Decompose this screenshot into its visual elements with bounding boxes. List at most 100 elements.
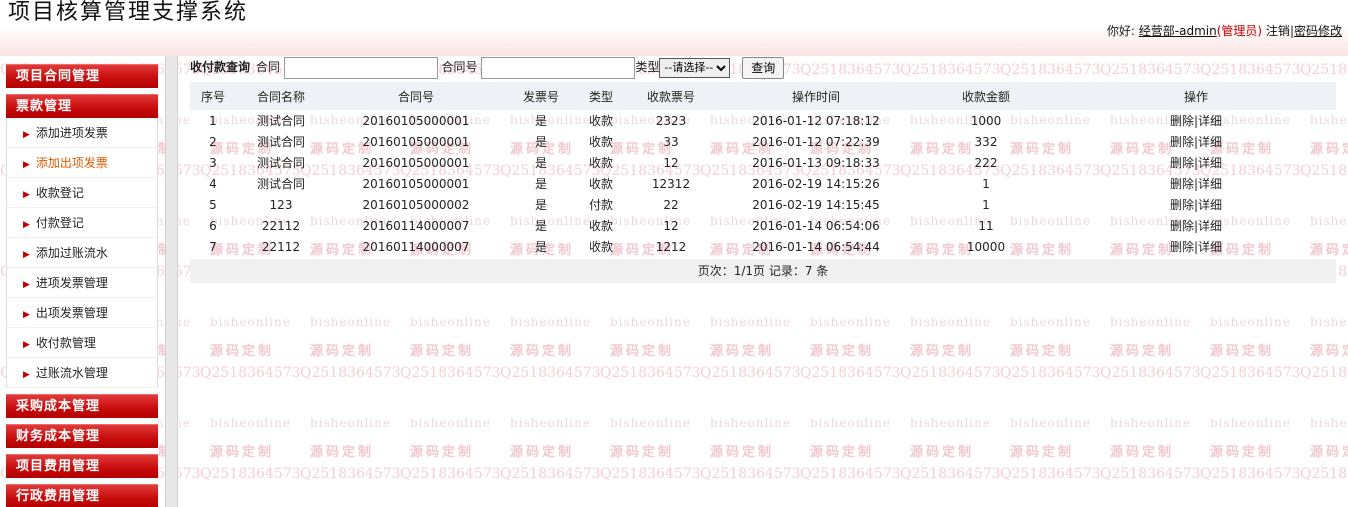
cell-op-time: 2016-02-19 14:15:26 <box>752 176 880 191</box>
cell-op-time: 2016-02-19 14:15:45 <box>752 197 880 212</box>
watermark-text: 源码定制 <box>1210 445 1275 460</box>
watermark-text: bisheonline <box>210 416 291 430</box>
sidebar-item-add-posting-flow[interactable]: ▶ 添加过账流水 <box>7 238 157 268</box>
sidebar-group-purchase-cost[interactable]: 采购成本管理 <box>6 394 158 418</box>
watermark-text: Q2518364573 <box>900 466 1001 482</box>
cell-index: 4 <box>209 176 217 191</box>
cell-actions[interactable]: 删除|详细 <box>1056 110 1336 131</box>
cell-amount: 1 <box>982 197 990 212</box>
watermark-text: Q2518364573 <box>700 466 801 482</box>
watermark-text: bisheonline <box>1210 315 1291 329</box>
cell-amount: 222 <box>974 155 998 170</box>
sidebar-group-contract[interactable]: 项目合同管理 <box>6 64 158 88</box>
cell-contract-no: 20160105000001 <box>362 113 470 128</box>
watermark-row: bisheonline bisheonline bisheonline bisheon… <box>10 315 1348 329</box>
watermark-text: 源码定制 <box>1310 344 1348 359</box>
sidebar-item-receipt-register[interactable]: ▶ 收款登记 <box>7 178 157 208</box>
watermark-text: 源码定制 <box>710 344 775 359</box>
contract-name-input[interactable] <box>283 56 438 79</box>
cell-actions[interactable]: 删除|详细 <box>1056 173 1336 194</box>
table-row: 7 22112 20160114000007 是 收款 1212 2016-01-14 06… <box>190 236 1336 257</box>
user-name-link[interactable]: 经营部-admin <box>1139 24 1217 38</box>
cell-contract-no: 20160105000002 <box>362 197 470 212</box>
cell-contract-no: 20160114000007 <box>362 239 470 254</box>
watermark-text: bisheonline <box>910 315 991 329</box>
cell-actions[interactable]: 删除|详细 <box>1056 131 1336 152</box>
cell-receipt-no: 12 <box>663 155 679 170</box>
cell-actions[interactable]: 删除|详细 <box>1056 152 1336 173</box>
watermark-text: Q2518364573 <box>500 365 601 381</box>
sidebar-item-input-invoice-manage[interactable]: ▶ 进项发票管理 <box>7 268 157 298</box>
contract-no-label: 合同号 <box>441 60 478 74</box>
watermark-text: bisheonline <box>510 315 591 329</box>
arrow-right-icon: ▶ <box>23 250 30 260</box>
watermark-text: Q2518364573 <box>1100 466 1201 482</box>
watermark-text: Q2518364573 <box>200 365 301 381</box>
receipt-payment-table: 序号 合同名称 合同号 发票号 类型 收款票号 操作时间 收款金额 操作 1 测试… <box>190 82 1336 257</box>
user-info: 你好: 经营部-admin(管理员) 注销|密码修改 <box>1107 22 1342 39</box>
sidebar-group-project-expense[interactable]: 项目费用管理 <box>6 454 158 478</box>
change-password-link[interactable]: 密码修改 <box>1294 24 1342 38</box>
cell-contract-no: 20160105000001 <box>362 134 470 149</box>
col-actions: 操作 <box>1183 89 1208 104</box>
watermark-row: 源码定制 源码定制 源码定制 源码定制 源码定制 源码定制 源码定制 源码定制 源码定制 源码定制… <box>10 441 1348 460</box>
cell-invoice-flag: 是 <box>534 219 547 233</box>
watermark-text: 源码定制 <box>310 344 375 359</box>
watermark-text: 源码定制 <box>410 445 475 460</box>
watermark-text: bisheonline <box>710 315 791 329</box>
watermark-text: bisheonline <box>1010 416 1091 430</box>
search-bar: 收付款查询 合同 合同号 类型 --请选择-- 查询 <box>190 54 1340 80</box>
table-row: 2 测试合同 20160105000001 是 收款 33 2016-01-12 07:22… <box>190 131 1336 152</box>
watermark-text: 源码定制 <box>1310 445 1348 460</box>
sidebar-item-add-input-invoice[interactable]: ▶ 添加进项发票 <box>7 118 157 148</box>
watermark-text: bisheonline <box>310 416 391 430</box>
cell-contract-name: 测试合同 <box>256 135 305 149</box>
cell-actions[interactable]: 删除|详细 <box>1056 236 1336 257</box>
watermark-row: Q2518364573Q2518364573Q2518364573Q251836… <box>0 466 1348 482</box>
watermark-row: Q2518364573Q2518364573Q2518364573Q251836… <box>0 365 1348 381</box>
cell-contract-no: 20160114000007 <box>362 218 470 233</box>
sidebar-item-add-output-invoice[interactable]: ▶ 添加出项发票 <box>7 148 157 178</box>
arrow-right-icon: ▶ <box>23 160 30 170</box>
watermark-text: bisheonline <box>210 315 291 329</box>
sidebar-group-invoice[interactable]: 票款管理 <box>6 94 158 118</box>
query-button[interactable]: 查询 <box>742 56 785 79</box>
cell-op-time: 2016-01-14 06:54:06 <box>752 218 880 233</box>
cell-contract-name: 22112 <box>261 239 301 254</box>
cell-actions[interactable]: 删除|详细 <box>1056 215 1336 236</box>
sidebar-item-payment-register[interactable]: ▶ 付款登记 <box>7 208 157 238</box>
watermark-text: 源码定制 <box>510 445 575 460</box>
watermark-text: bisheonline <box>810 315 891 329</box>
watermark-text: Q2518364573 <box>1300 466 1348 482</box>
table-row: 3 测试合同 20160105000001 是 收款 12 2016-01-13 09:18… <box>190 152 1336 173</box>
type-select[interactable]: --请选择-- <box>659 57 731 78</box>
sidebar-item-receipt-payment-manage[interactable]: ▶ 收付款管理 <box>7 328 157 358</box>
watermark-text: 源码定制 <box>410 344 475 359</box>
sidebar-item-output-invoice-manage[interactable]: ▶ 出项发票管理 <box>7 298 157 328</box>
watermark-text: bisheonline <box>610 416 691 430</box>
sidebar-group-admin-expense[interactable]: 行政费用管理 <box>6 484 158 507</box>
cell-receipt-no: 12 <box>663 218 679 233</box>
watermark-text: bisheonline <box>310 315 391 329</box>
watermark-text: Q2518364573 <box>1000 466 1101 482</box>
contract-no-input[interactable] <box>481 56 636 79</box>
arrow-right-icon: ▶ <box>23 370 30 380</box>
cell-type: 收款 <box>588 114 613 128</box>
watermark-text: Q2518364573 <box>600 365 701 381</box>
watermark-text: Q2518364573 <box>500 466 601 482</box>
watermark-text: bisheonline <box>410 416 491 430</box>
logout-link[interactable]: 注销 <box>1266 24 1290 38</box>
sidebar-item-posting-flow-manage[interactable]: ▶ 过账流水管理 <box>7 358 157 388</box>
cell-receipt-no: 33 <box>663 134 679 149</box>
watermark-text: 源码定制 <box>1210 344 1275 359</box>
cell-actions[interactable]: 删除|详细 <box>1056 194 1336 215</box>
watermark-row: 源码定制 源码定制 源码定制 源码定制 源码定制 源码定制 源码定制 源码定制 源码定制 源码定制… <box>10 340 1348 359</box>
main-content: 收付款查询 合同 合同号 类型 --请选择-- 查询 序号 合同名称 合同号 发票… <box>190 54 1340 283</box>
frame-scrollbar[interactable] <box>165 56 178 507</box>
watermark-text: 源码定制 <box>210 344 275 359</box>
cell-amount: 1000 <box>970 113 1002 128</box>
cell-op-time: 2016-01-13 09:18:33 <box>752 155 880 170</box>
cell-type: 付款 <box>588 198 613 212</box>
sidebar-group-finance-cost[interactable]: 财务成本管理 <box>6 424 158 448</box>
col-contract-no: 合同号 <box>397 89 434 104</box>
